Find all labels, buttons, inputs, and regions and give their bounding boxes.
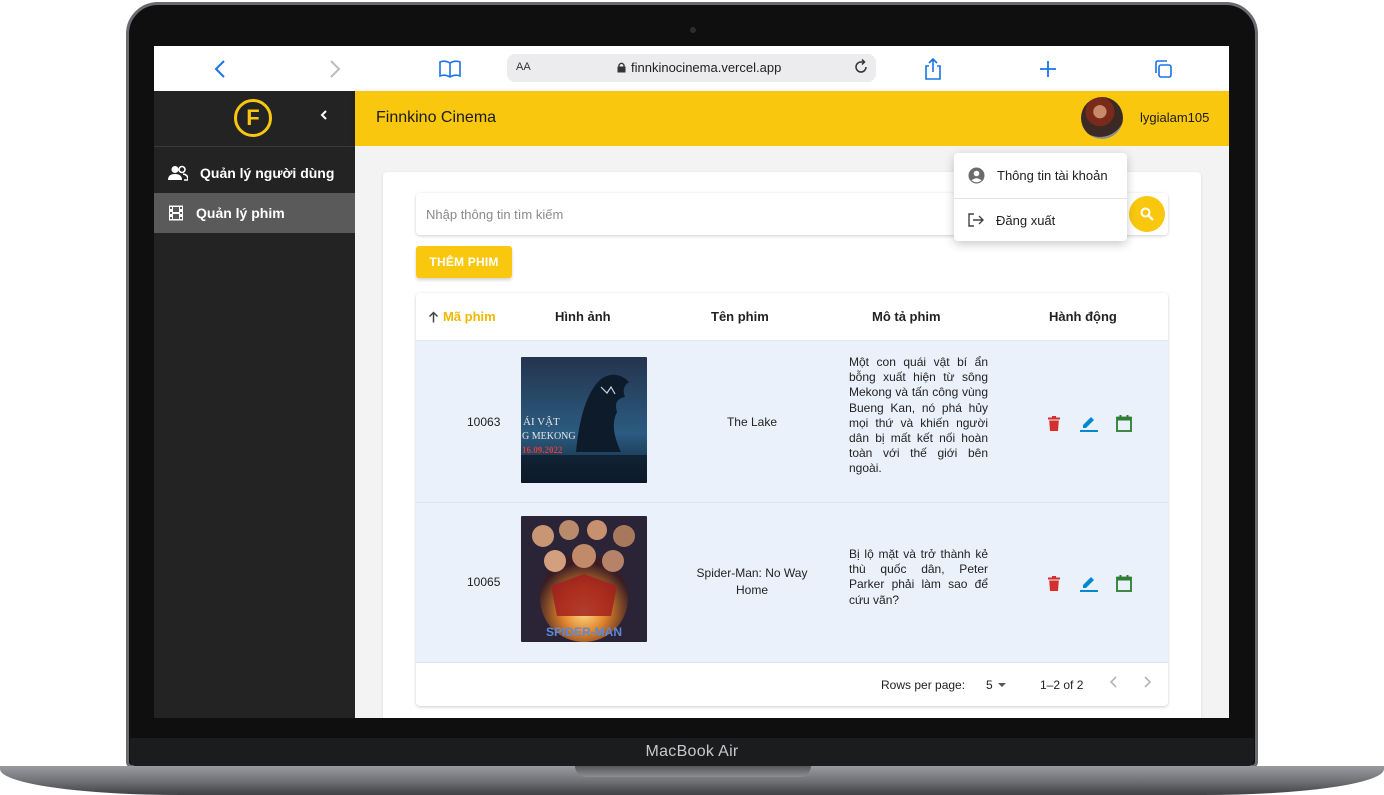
svg-text:ÁI VẬT: ÁI VẬT <box>523 416 560 428</box>
account-menu: Thông tin tài khoản Đăng xuất <box>954 153 1127 241</box>
caret-down-icon <box>997 683 1006 687</box>
previous-page-icon[interactable] <box>1108 674 1120 693</box>
movie-name: Spider-Man: No Way Home <box>696 566 808 597</box>
search-button[interactable] <box>1129 196 1165 232</box>
app-header: Finnkino Cinema lygialam105 <box>355 91 1229 146</box>
movie-poster: SPIDER-MAN <box>521 516 647 642</box>
movies-table: Mã phim Hình ảnh Tên phim Mô tả phim Hàn… <box>416 293 1168 706</box>
arrow-up-icon <box>428 310 439 322</box>
sidebar: F Quản lý người dùng Quản lý phim <box>154 91 355 718</box>
lock-icon <box>617 62 626 73</box>
edit-icon[interactable] <box>1078 412 1100 434</box>
column-header-actions[interactable]: Hành động <box>1049 309 1117 324</box>
table-row[interactable]: 10063 ÁI VẬT G MEKONG 16.09.2022 The Lak… <box>416 341 1168 503</box>
next-page-icon[interactable] <box>1141 674 1153 693</box>
svg-text:SPIDER-MAN: SPIDER-MAN <box>546 625 622 639</box>
table-pagination: Rows per page: 5 1–2 of 2 <box>416 663 1168 706</box>
movie-id: 10065 <box>467 575 501 589</box>
collapse-sidebar-icon[interactable] <box>319 108 329 127</box>
rows-per-page-label: Rows per page: <box>881 678 966 692</box>
delete-icon[interactable] <box>1043 572 1065 594</box>
calendar-icon[interactable] <box>1113 572 1135 594</box>
movies-panel: THÊM PHIM Mã phim Hình ảnh Tên phim Mô t… <box>383 172 1201 718</box>
add-movie-button[interactable]: THÊM PHIM <box>416 246 512 278</box>
svg-text:G MEKONG: G MEKONG <box>522 431 576 442</box>
logout-icon <box>968 213 984 227</box>
text-size-button[interactable]: AA <box>516 61 531 73</box>
calendar-icon[interactable] <box>1113 412 1135 434</box>
app-logo[interactable]: F <box>234 99 272 137</box>
sidebar-item-label: Quản lý phim <box>196 205 285 221</box>
address-bar[interactable]: AA finnkinocinema.vercel.app <box>507 54 876 82</box>
movie-description: Một con quái vật bí ẩn bỗng xuất hiện từ… <box>849 355 988 476</box>
menu-item-logout[interactable]: Đăng xuất <box>954 198 1127 242</box>
svg-text:16.09.2022: 16.09.2022 <box>522 445 563 455</box>
username[interactable]: lygialam105 <box>1140 110 1209 125</box>
browser-toolbar: AA finnkinocinema.vercel.app <box>154 46 1229 91</box>
row-actions <box>1043 412 1135 434</box>
bookmarks-icon[interactable] <box>437 56 463 82</box>
camera-dot <box>690 27 696 33</box>
delete-icon[interactable] <box>1043 412 1065 434</box>
avatar[interactable] <box>1081 97 1123 139</box>
url-text: finnkinocinema.vercel.app <box>631 60 782 75</box>
pagination-range: 1–2 of 2 <box>1040 678 1084 692</box>
reload-icon[interactable] <box>852 58 870 81</box>
share-icon[interactable] <box>920 56 946 82</box>
column-header-id[interactable]: Mã phim <box>428 309 496 324</box>
sidebar-divider <box>154 146 355 147</box>
edit-icon[interactable] <box>1078 572 1100 594</box>
search-icon <box>1140 207 1154 221</box>
movie-poster: ÁI VẬT G MEKONG 16.09.2022 <box>521 357 647 483</box>
column-header-name[interactable]: Tên phim <box>711 309 769 324</box>
column-header-image[interactable]: Hình ảnh <box>555 309 611 324</box>
back-icon[interactable] <box>207 56 233 82</box>
column-header-description[interactable]: Mô tả phim <box>872 309 941 324</box>
device-label: MacBook Air <box>645 743 739 760</box>
sidebar-item-users[interactable]: Quản lý người dùng <box>154 153 355 193</box>
table-row[interactable]: 10065 SPIDER-MAN Spider-Man: No Way Home… <box>416 503 1168 663</box>
movie-name: The Lake <box>726 415 778 429</box>
users-icon <box>168 165 188 181</box>
screen: AA finnkinocinema.vercel.app F Quản lý n… <box>154 46 1229 718</box>
forward-icon[interactable] <box>322 56 348 82</box>
movie-id: 10063 <box>467 415 501 429</box>
film-icon <box>169 205 183 221</box>
movie-description: Bị lộ mặt và trở thành kẻ thù quốc dân, … <box>849 547 988 607</box>
menu-item-account-info[interactable]: Thông tin tài khoản <box>954 153 1127 197</box>
row-actions <box>1043 572 1135 594</box>
laptop-notch <box>575 766 811 777</box>
sidebar-item-label: Quản lý người dùng <box>200 165 335 181</box>
new-tab-icon[interactable] <box>1035 56 1061 82</box>
table-header: Mã phim Hình ảnh Tên phim Mô tả phim Hàn… <box>416 293 1168 341</box>
sidebar-item-movies[interactable]: Quản lý phim <box>154 193 355 233</box>
rows-per-page-select[interactable]: 5 <box>986 678 1007 692</box>
app-title: Finnkino Cinema <box>376 109 497 126</box>
tabs-overview-icon[interactable] <box>1150 56 1176 82</box>
account-circle-icon <box>968 167 985 183</box>
